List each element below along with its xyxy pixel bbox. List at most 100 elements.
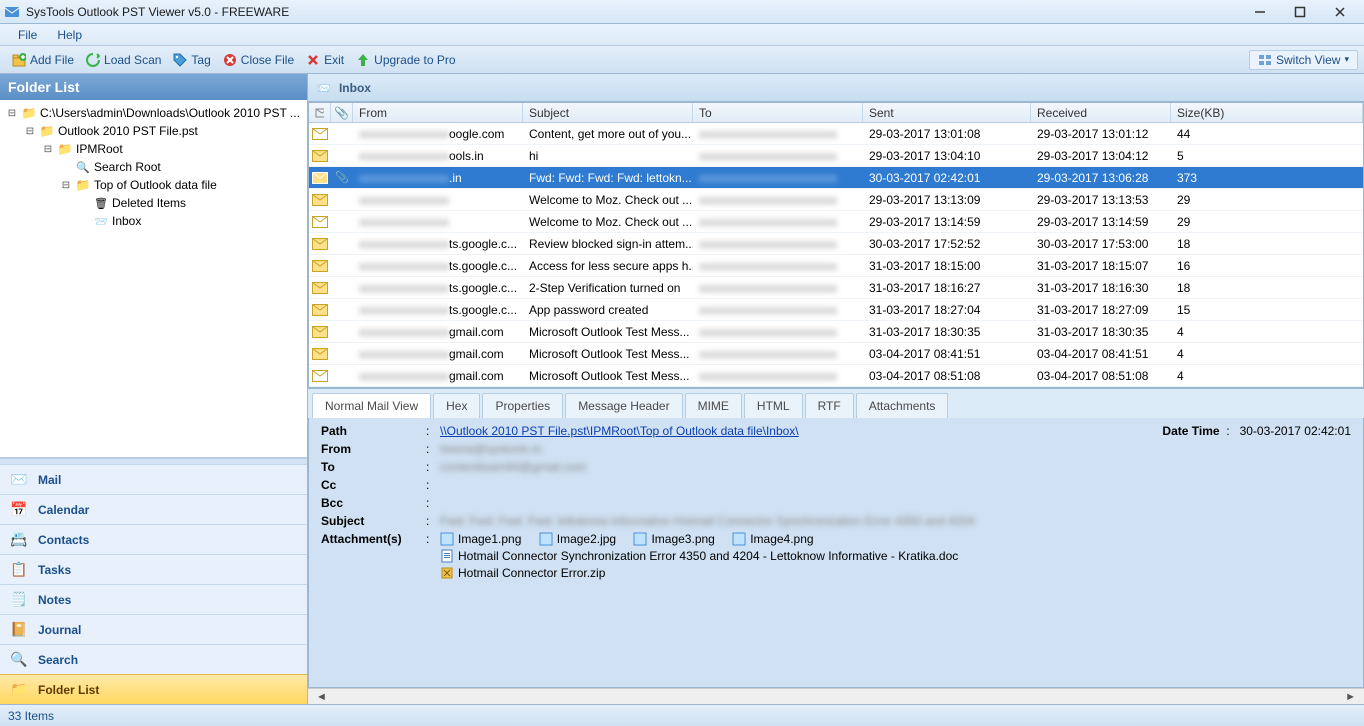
- title-bar: SysTools Outlook PST Viewer v5.0 - FREEW…: [0, 0, 1364, 24]
- table-row[interactable]: xxxxxxxxxxxxxxxts.google.c...Access for …: [309, 255, 1363, 277]
- folder-tree[interactable]: ⊟ C:\Users\admin\Downloads\Outlook 2010 …: [0, 100, 307, 458]
- chevron-down-icon: ▾: [1344, 54, 1349, 65]
- add-file-button[interactable]: Add File: [6, 51, 80, 69]
- maximize-button[interactable]: [1280, 1, 1320, 23]
- close-file-button[interactable]: Close File: [217, 51, 300, 69]
- cell-from: xxxxxxxxxxxxxxxools.in: [353, 145, 523, 166]
- attachment-item[interactable]: Image2.jpg: [539, 532, 616, 546]
- tab-properties[interactable]: Properties: [482, 393, 563, 418]
- table-row[interactable]: xxxxxxxxxxxxxxxgmail.comMicrosoft Outloo…: [309, 365, 1363, 387]
- path-link[interactable]: \\Outlook 2010 PST File.pst\IPMRoot\Top …: [440, 424, 799, 438]
- col-icon[interactable]: [309, 103, 331, 122]
- tree-pst[interactable]: ⊟ Outlook 2010 PST File.pst: [2, 122, 305, 140]
- minimize-button[interactable]: [1240, 1, 1280, 23]
- scroll-left-icon[interactable]: ◄: [316, 691, 327, 703]
- upgrade-button[interactable]: Upgrade to Pro: [350, 51, 461, 69]
- nav-tasks[interactable]: 📋Tasks: [0, 554, 307, 584]
- grid-body[interactable]: xxxxxxxxxxxxxxxoogle.comContent, get mor…: [309, 123, 1363, 387]
- table-row[interactable]: xxxxxxxxxxxxxxxWelcome to Moz. Check out…: [309, 189, 1363, 211]
- value-attachments: Image1.png Image2.jpg Image3.png Image4.…: [440, 532, 1351, 583]
- tree-root-label: C:\Users\admin\Downloads\Outlook 2010 PS…: [40, 106, 300, 120]
- col-sent[interactable]: Sent: [863, 103, 1031, 122]
- nav-search[interactable]: 🔍Search: [0, 644, 307, 674]
- collapse-icon[interactable]: ⊟: [24, 126, 36, 137]
- attachment-item[interactable]: Image3.png: [633, 532, 714, 546]
- calendar-icon: 📅: [10, 501, 28, 519]
- table-row[interactable]: xxxxxxxxxxxxxxxgmail.comMicrosoft Outloo…: [309, 343, 1363, 365]
- horizontal-scrollbar[interactable]: ◄ ►: [308, 688, 1364, 704]
- cell-to: xxxxxxxxxxxxxxxxxxxxxxx: [693, 145, 863, 166]
- attachment-item[interactable]: Image1.png: [440, 532, 521, 546]
- collapse-icon[interactable]: ⊟: [6, 108, 18, 119]
- tree-root[interactable]: ⊟ C:\Users\admin\Downloads\Outlook 2010 …: [2, 104, 305, 122]
- collapse-icon[interactable]: ⊟: [60, 180, 72, 191]
- nav-calendar[interactable]: 📅Calendar: [0, 494, 307, 524]
- col-from[interactable]: From: [353, 103, 523, 122]
- table-row[interactable]: 📎xxxxxxxxxxxxxxx.inFwd: Fwd: Fwd: Fwd: l…: [309, 167, 1363, 189]
- cell-to: xxxxxxxxxxxxxxxxxxxxxxx: [693, 277, 863, 298]
- close-button[interactable]: [1320, 1, 1360, 23]
- tree-top-folder[interactable]: ⊟ Top of Outlook data file: [2, 176, 305, 194]
- table-row[interactable]: xxxxxxxxxxxxxxxts.google.c...2-Step Veri…: [309, 277, 1363, 299]
- cell-sent: 03-04-2017 08:41:51: [863, 343, 1031, 364]
- tab-attachments[interactable]: Attachments: [856, 393, 949, 418]
- col-subject[interactable]: Subject: [523, 103, 693, 122]
- table-row[interactable]: xxxxxxxxxxxxxxxts.google.c...Review bloc…: [309, 233, 1363, 255]
- cell-sent: 31-03-2017 18:27:04: [863, 299, 1031, 320]
- tab-html[interactable]: HTML: [744, 393, 803, 418]
- attachment-item[interactable]: Hotmail Connector Synchronization Error …: [440, 549, 958, 563]
- tree-inbox[interactable]: Inbox: [2, 212, 305, 230]
- nav-journal-label: Journal: [38, 623, 81, 637]
- scroll-right-icon[interactable]: ►: [1345, 691, 1356, 703]
- attachment-item[interactable]: Hotmail Connector Error.zip: [440, 566, 605, 580]
- tab-rtf[interactable]: RTF: [805, 393, 854, 418]
- nav-mail[interactable]: ✉️Mail: [0, 464, 307, 494]
- tab-hex[interactable]: Hex: [433, 393, 480, 418]
- cell-size: 4: [1171, 365, 1363, 386]
- load-scan-button[interactable]: Load Scan: [80, 51, 167, 69]
- table-row[interactable]: xxxxxxxxxxxxxxxools.inhixxxxxxxxxxxxxxxx…: [309, 145, 1363, 167]
- tab-mime[interactable]: MIME: [685, 393, 742, 418]
- window-title: SysTools Outlook PST Viewer v5.0 - FREEW…: [26, 5, 1240, 19]
- exit-button[interactable]: Exit: [300, 51, 350, 69]
- menu-file[interactable]: File: [8, 26, 47, 44]
- cell-from: xxxxxxxxxxxxxxxts.google.c...: [353, 299, 523, 320]
- nav-contacts[interactable]: 📇Contacts: [0, 524, 307, 554]
- collapse-icon[interactable]: ⊟: [42, 144, 54, 155]
- tag-button[interactable]: Tag: [167, 51, 216, 69]
- cell-size: 4: [1171, 321, 1363, 342]
- tree-search-root[interactable]: Search Root: [2, 158, 305, 176]
- attachment-item[interactable]: Image4.png: [732, 532, 813, 546]
- row-attach-icon: [331, 299, 353, 320]
- tab-header[interactable]: Message Header: [565, 393, 682, 418]
- cell-received: 30-03-2017 17:53:00: [1031, 233, 1171, 254]
- row-mail-icon: [309, 255, 331, 276]
- row-mail-icon: [309, 123, 331, 144]
- row-attach-icon: [331, 233, 353, 254]
- table-row[interactable]: xxxxxxxxxxxxxxxoogle.comContent, get mor…: [309, 123, 1363, 145]
- value-subject: Fwd: Fwd: Fwd: Fwd: lettoknow informativ…: [440, 514, 975, 528]
- cell-size: 29: [1171, 189, 1363, 210]
- cell-to: xxxxxxxxxxxxxxxxxxxxxxx: [693, 233, 863, 254]
- col-attach[interactable]: 📎: [331, 103, 353, 122]
- tree-ipmroot[interactable]: ⊟ IPMRoot: [2, 140, 305, 158]
- tab-normal[interactable]: Normal Mail View: [312, 393, 431, 418]
- switch-view-button[interactable]: Switch View ▾: [1249, 50, 1358, 70]
- row-mail-icon: [309, 277, 331, 298]
- menu-help[interactable]: Help: [47, 26, 92, 44]
- col-to[interactable]: To: [693, 103, 863, 122]
- nav-notes[interactable]: 🗒️Notes: [0, 584, 307, 614]
- table-row[interactable]: xxxxxxxxxxxxxxxts.google.c...App passwor…: [309, 299, 1363, 321]
- nav-journal[interactable]: 📔Journal: [0, 614, 307, 644]
- table-row[interactable]: xxxxxxxxxxxxxxxWelcome to Moz. Check out…: [309, 211, 1363, 233]
- cell-received: 29-03-2017 13:01:12: [1031, 123, 1171, 144]
- nav-folder-list[interactable]: 📁Folder List: [0, 674, 307, 704]
- col-received[interactable]: Received: [1031, 103, 1171, 122]
- cell-size: 44: [1171, 123, 1363, 144]
- folder-icon: [21, 106, 37, 120]
- tree-deleted[interactable]: Deleted Items: [2, 194, 305, 212]
- col-size[interactable]: Size(KB): [1171, 103, 1363, 122]
- inbox-icon: [93, 214, 109, 228]
- cell-received: 29-03-2017 13:04:12: [1031, 145, 1171, 166]
- table-row[interactable]: xxxxxxxxxxxxxxxgmail.comMicrosoft Outloo…: [309, 321, 1363, 343]
